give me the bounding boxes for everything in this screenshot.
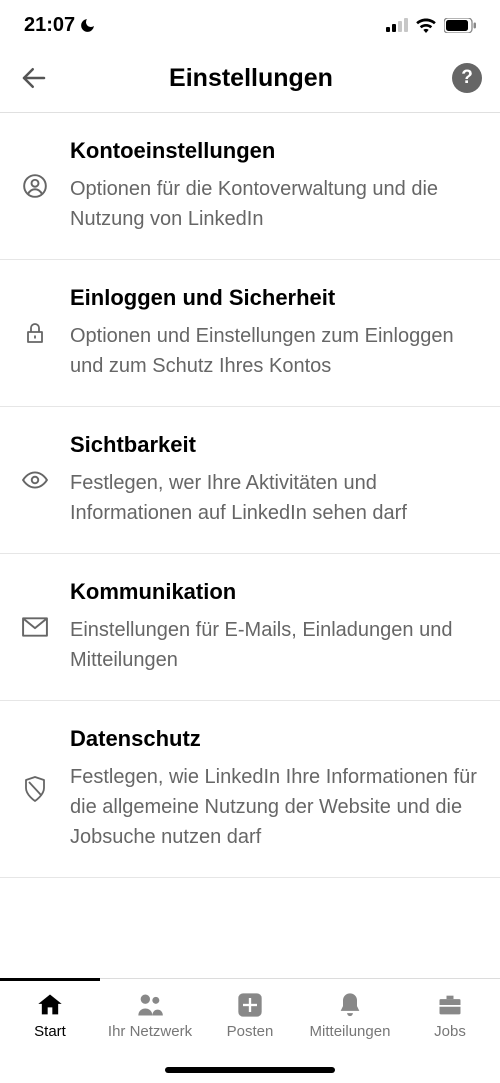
arrow-left-icon: [19, 63, 49, 93]
shield-icon: [22, 776, 48, 802]
plus-square-icon: [236, 991, 264, 1019]
nav-label: Mitteilungen: [310, 1023, 391, 1040]
nav-post[interactable]: Posten: [200, 983, 300, 1040]
settings-item-desc: Festlegen, wie LinkedIn Ihre Information…: [70, 762, 478, 852]
nav-label: Jobs: [434, 1023, 466, 1040]
settings-item-title: Kontoeinstellungen: [70, 138, 478, 164]
cellular-signal-icon: [386, 18, 408, 32]
nav-label: Start: [34, 1023, 66, 1040]
nav-active-indicator: [0, 978, 100, 981]
back-button[interactable]: [18, 62, 50, 94]
wifi-icon: [415, 17, 437, 33]
settings-item-login-security[interactable]: Einloggen und Sicherheit Optionen und Ei…: [0, 260, 500, 407]
status-bar: 21:07: [0, 0, 500, 48]
nav-notifications[interactable]: Mitteilungen: [300, 983, 400, 1040]
status-time: 21:07: [24, 14, 75, 37]
page-title: Einstellungen: [50, 64, 452, 93]
settings-item-title: Kommunikation: [70, 579, 478, 605]
person-circle-icon: [22, 173, 48, 199]
settings-item-title: Einloggen und Sicherheit: [70, 285, 478, 311]
question-mark-icon: ?: [461, 67, 473, 89]
home-indicator: [165, 1067, 335, 1073]
page-header: Einstellungen ?: [0, 48, 500, 113]
people-icon: [136, 991, 164, 1019]
settings-item-desc: Optionen und Einstellungen zum Einloggen…: [70, 321, 478, 381]
bottom-navigation: Start Ihr Netzwerk Posten Mitteilungen: [0, 978, 500, 1083]
settings-item-title: Sichtbarkeit: [70, 432, 478, 458]
mail-icon: [22, 614, 48, 640]
bell-icon: [336, 991, 364, 1019]
nav-jobs[interactable]: Jobs: [400, 983, 500, 1040]
settings-item-privacy[interactable]: Datenschutz Festlegen, wie LinkedIn Ihre…: [0, 701, 500, 878]
settings-item-desc: Optionen für die Kontoverwaltung und die…: [70, 174, 478, 234]
lock-icon: [22, 320, 48, 346]
nav-label: Ihr Netzwerk: [108, 1023, 192, 1040]
home-icon: [36, 991, 64, 1019]
briefcase-icon: [436, 991, 464, 1019]
eye-icon: [22, 467, 48, 493]
nav-network[interactable]: Ihr Netzwerk: [100, 983, 200, 1040]
settings-item-account[interactable]: Kontoeinstellungen Optionen für die Kont…: [0, 113, 500, 260]
settings-item-desc: Festlegen, wer Ihre Aktivitäten und Info…: [70, 468, 478, 528]
nav-home[interactable]: Start: [0, 983, 100, 1040]
moon-icon: [79, 17, 96, 34]
settings-item-visibility[interactable]: Sichtbarkeit Festlegen, wer Ihre Aktivit…: [0, 407, 500, 554]
help-button[interactable]: ?: [452, 63, 482, 93]
settings-item-communication[interactable]: Kommunikation Einstellungen für E-Mails,…: [0, 554, 500, 701]
nav-label: Posten: [227, 1023, 274, 1040]
battery-icon: [444, 18, 476, 33]
settings-item-title: Datenschutz: [70, 726, 478, 752]
settings-list: Kontoeinstellungen Optionen für die Kont…: [0, 113, 500, 878]
settings-item-desc: Einstellungen für E-Mails, Einladungen u…: [70, 615, 478, 675]
